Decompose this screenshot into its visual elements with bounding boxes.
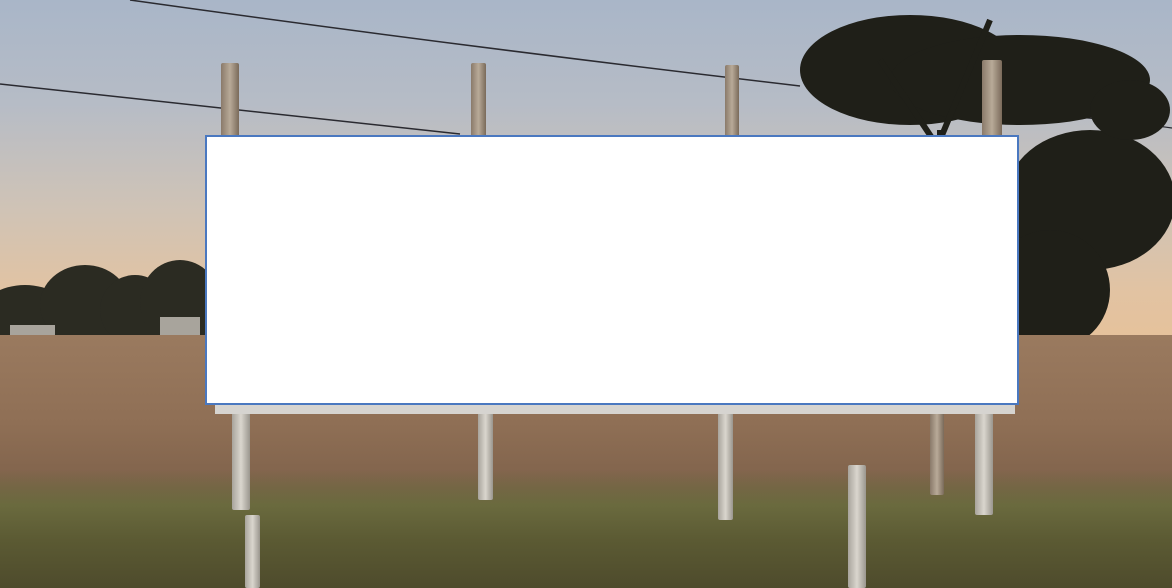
billboard-leg-1 — [232, 405, 250, 510]
billboard-post-2 — [471, 63, 486, 143]
grass-foreground — [0, 470, 1172, 588]
distant-treeline — [0, 255, 220, 345]
photo-scene — [0, 0, 1172, 588]
billboard-post-3 — [725, 65, 739, 143]
billboard-leg-5 — [975, 405, 993, 515]
billboard-post-1 — [221, 63, 239, 143]
blank-billboard — [205, 135, 1019, 405]
billboard-post-4 — [982, 60, 1002, 140]
billboard-frame — [215, 404, 1015, 414]
billboard-leg-2 — [478, 405, 493, 500]
billboard-leg-3 — [718, 405, 733, 520]
billboard-leg-4 — [930, 405, 944, 495]
fence-post-right — [848, 465, 866, 588]
fence-post-left — [245, 515, 260, 588]
